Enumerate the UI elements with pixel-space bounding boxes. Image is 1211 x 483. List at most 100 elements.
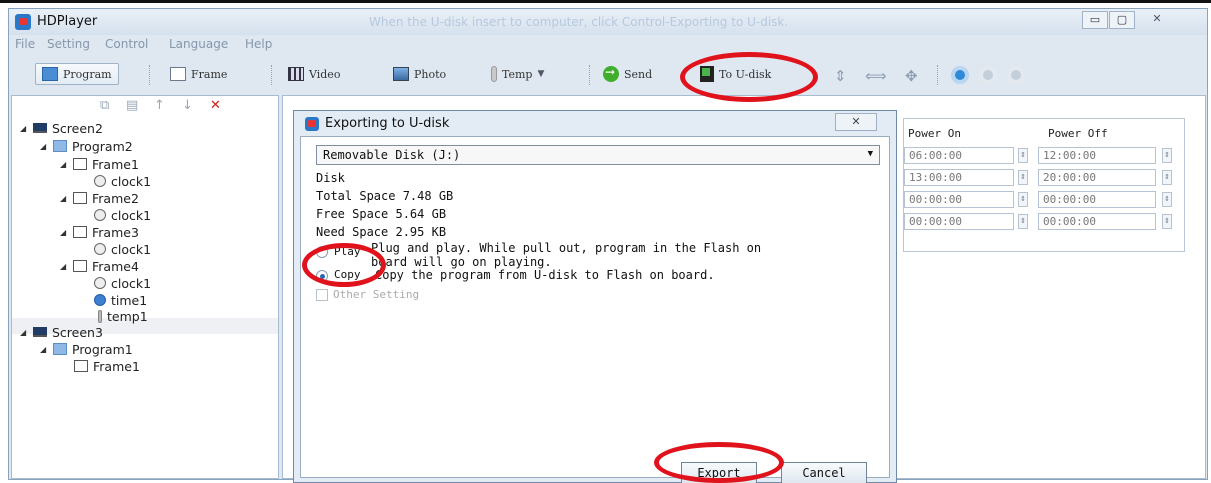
menu-file[interactable]: File: [15, 37, 35, 51]
chevron-down-icon[interactable]: ▼: [868, 149, 873, 159]
spin-icon[interactable]: ⇕: [1018, 148, 1028, 163]
expand-arrow-icon[interactable]: ◢: [20, 124, 28, 133]
move-icon[interactable]: ✥: [905, 67, 918, 85]
move-down-icon[interactable]: ↓: [182, 98, 193, 113]
horizontal-align-icon[interactable]: ⟺: [865, 67, 887, 85]
expand-arrow-icon[interactable]: ◢: [60, 262, 68, 271]
photo-button[interactable]: Photo: [387, 63, 452, 85]
to-udisk-button[interactable]: To U-disk: [694, 63, 777, 85]
power-off-time-field[interactable]: 00:00:00: [1038, 191, 1156, 208]
cancel-button[interactable]: Cancel: [781, 462, 867, 483]
dialog-close-button[interactable]: ✕: [835, 113, 877, 131]
vertical-align-icon[interactable]: ⇕: [834, 67, 847, 85]
need-space-text: Need Space 2.95 KB: [316, 225, 447, 239]
power-off-time-field[interactable]: 20:00:00: [1038, 169, 1156, 186]
send-icon: [603, 65, 619, 82]
temp-button[interactable]: Temp ▼: [485, 63, 550, 85]
spin-icon[interactable]: ⇕: [1162, 148, 1172, 163]
delete-icon[interactable]: ✕: [210, 98, 221, 113]
program-label: Program: [63, 67, 112, 81]
tree-node-program2[interactable]: ◢ Program2: [40, 138, 133, 154]
expand-arrow-icon[interactable]: ◢: [60, 228, 68, 237]
frame-label: Frame: [191, 67, 228, 81]
tree-node-clock1[interactable]: clock1: [94, 207, 151, 223]
expand-arrow-icon[interactable]: ◢: [20, 328, 28, 337]
copy-radio[interactable]: [316, 270, 328, 282]
copy-icon[interactable]: ⧉: [100, 98, 109, 113]
menu-setting[interactable]: Setting: [47, 37, 90, 51]
pause-icon[interactable]: [979, 66, 997, 84]
clock-icon: [94, 243, 106, 255]
spin-icon[interactable]: ⇕: [1162, 170, 1172, 185]
app-icon: [15, 14, 31, 30]
tree-node-clock1[interactable]: clock1: [94, 241, 151, 257]
power-on-time-field[interactable]: 00:00:00: [904, 191, 1014, 208]
chevron-down-icon[interactable]: ▼: [537, 69, 544, 79]
paste-icon[interactable]: ▤: [126, 98, 138, 113]
clock-icon: [94, 277, 106, 289]
expand-arrow-icon[interactable]: ◢: [40, 142, 48, 151]
tree-toolbar: ⧉ ▤ ↑ ↓ ✕: [12, 96, 278, 118]
screen-icon: [33, 123, 47, 133]
play-radio-label[interactable]: Play: [334, 245, 361, 258]
other-setting-label: Other Setting: [333, 288, 420, 301]
other-setting-checkbox[interactable]: [316, 289, 328, 301]
power-off-time-field[interactable]: 00:00:00: [1038, 213, 1156, 230]
expand-arrow-icon[interactable]: ◢: [60, 160, 68, 169]
tree-node-frame1[interactable]: Frame1: [74, 358, 140, 374]
frame-button[interactable]: Frame: [164, 63, 233, 85]
power-on-time-field[interactable]: 00:00:00: [904, 213, 1014, 230]
tree-node-screen3[interactable]: ◢ Screen3: [20, 324, 103, 340]
toolbar: Program Frame Video Photo Temp ▼ Send To: [9, 55, 1207, 95]
stop-icon[interactable]: [1007, 66, 1025, 84]
play-icon[interactable]: [951, 66, 969, 84]
expand-arrow-icon[interactable]: ◢: [40, 345, 48, 354]
spin-icon[interactable]: ⇕: [1162, 214, 1172, 229]
spin-icon[interactable]: ⇕: [1162, 192, 1172, 207]
move-up-icon[interactable]: ↑: [154, 98, 165, 113]
export-udisk-dialog: Exporting to U-disk ✕ Removable Disk (J:…: [293, 110, 897, 483]
menu-bar: File Setting Control Language Help: [9, 35, 1207, 55]
power-off-header: Power Off: [1048, 127, 1108, 140]
tree-node-frame3[interactable]: ◢ Frame3: [60, 224, 139, 240]
video-icon: [288, 67, 304, 81]
drive-select[interactable]: Removable Disk (J:) ▼: [316, 145, 880, 165]
tree-node-frame4[interactable]: ◢ Frame4: [60, 258, 139, 274]
tree-node-time1[interactable]: time1: [94, 292, 147, 308]
power-off-time-field[interactable]: 12:00:00: [1038, 147, 1156, 164]
tree-node-clock1[interactable]: clock1: [94, 275, 151, 291]
tree-node-clock1[interactable]: clock1: [94, 173, 151, 189]
menu-language[interactable]: Language: [169, 37, 228, 51]
spin-icon[interactable]: ⇕: [1018, 192, 1028, 207]
expand-arrow-icon[interactable]: ◢: [60, 194, 68, 203]
spin-icon[interactable]: ⇕: [1018, 170, 1028, 185]
clock-icon: [94, 175, 106, 187]
total-space-text: Total Space 7.48 GB: [316, 189, 454, 203]
menu-help[interactable]: Help: [245, 37, 272, 51]
udisk-icon: [700, 66, 714, 82]
tree-node-frame1[interactable]: ◢ Frame1: [60, 156, 139, 172]
spin-icon[interactable]: ⇕: [1018, 214, 1028, 229]
export-button[interactable]: Export: [681, 462, 757, 483]
to-udisk-label: To U-disk: [719, 67, 772, 81]
frame-icon: [73, 226, 87, 238]
send-button[interactable]: Send: [597, 63, 658, 85]
play-radio[interactable]: [316, 246, 328, 258]
program-button[interactable]: Program: [35, 63, 119, 85]
tree-node-screen2[interactable]: ◢ Screen2: [20, 120, 103, 136]
power-on-time-field[interactable]: 13:00:00: [904, 169, 1014, 186]
toolbar-separator: [937, 65, 938, 85]
program-icon: [53, 140, 67, 152]
tree-node-frame2[interactable]: ◢ Frame2: [60, 190, 139, 206]
menu-control[interactable]: Control: [105, 37, 148, 51]
maximize-button[interactable]: ▢: [1109, 11, 1135, 29]
play-description: Plug and play. While pull out, program i…: [371, 241, 762, 255]
send-label: Send: [624, 67, 653, 81]
minimize-button[interactable]: ▭: [1082, 11, 1108, 29]
copy-radio-label[interactable]: Copy: [334, 268, 361, 281]
power-on-time-field[interactable]: 06:00:00: [904, 147, 1014, 164]
video-button[interactable]: Video: [282, 63, 346, 85]
close-window-button[interactable]: ✕: [1137, 11, 1177, 29]
tree-node-temp1[interactable]: temp1: [98, 308, 148, 324]
tree-node-program1[interactable]: ◢ Program1: [40, 341, 133, 357]
